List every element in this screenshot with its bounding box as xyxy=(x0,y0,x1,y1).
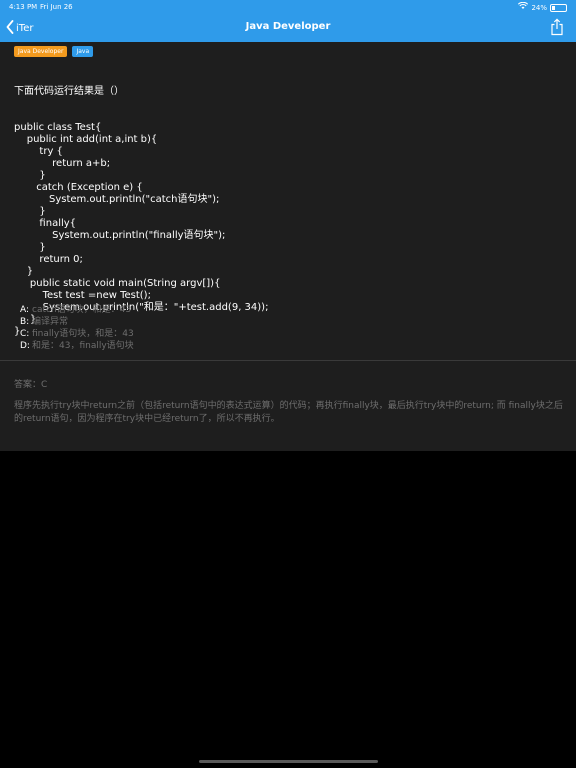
code-line: try { xyxy=(14,146,63,157)
share-icon xyxy=(550,18,564,40)
option-label: A: xyxy=(20,305,30,315)
code-line: return a+b; xyxy=(14,158,111,169)
option-text: finally语句块，和是：43 xyxy=(32,329,134,339)
page-title: Java Developer xyxy=(245,21,331,32)
question-card: Java Developer Java 下面代码运行结果是（） public c… xyxy=(0,42,576,451)
battery-percent: 24% xyxy=(531,3,547,12)
status-bar: 4:13 PM Fri Jun 26 24% xyxy=(0,1,576,13)
code-line: } xyxy=(14,242,46,253)
option-b[interactable]: B: 编译异常 xyxy=(20,316,134,328)
code-line: } xyxy=(14,206,46,217)
code-line: public static void main(String argv[]){ xyxy=(14,278,221,289)
screen: 4:13 PM Fri Jun 26 24% iTer Java Develop… xyxy=(0,0,576,768)
option-list: A: catch语句块，和是：43 B: 编译异常 C: finally语句块，… xyxy=(20,304,134,352)
option-label: C: xyxy=(20,329,30,339)
tag-list: Java Developer Java xyxy=(14,46,94,57)
status-time: 4:13 PM xyxy=(9,3,38,11)
code-line: } xyxy=(14,170,46,181)
divider xyxy=(0,360,576,361)
tag-language[interactable]: Java xyxy=(72,46,94,57)
option-c[interactable]: C: finally语句块，和是：43 xyxy=(20,328,134,340)
status-right: 24% xyxy=(518,1,567,13)
code-line: finally{ xyxy=(14,218,77,229)
home-indicator xyxy=(199,760,378,763)
option-label: B: xyxy=(20,317,30,327)
top-bar: 4:13 PM Fri Jun 26 24% iTer Java Develop… xyxy=(0,0,576,42)
battery-fill xyxy=(552,5,555,10)
code-line: catch (Exception e) { xyxy=(14,182,143,193)
wifi-icon xyxy=(518,1,529,13)
option-text: catch语句块，和是：43 xyxy=(32,305,132,315)
explanation-text: 程序先执行try块中return之前（包括return语句中的表达式运算）的代码… xyxy=(14,401,563,424)
tag-category[interactable]: Java Developer xyxy=(14,46,68,57)
code-line: public int add(int a,int b){ xyxy=(14,134,158,145)
code-line: public class Test{ xyxy=(14,122,102,133)
navigation-bar: iTer Java Developer xyxy=(0,14,576,42)
option-label: D: xyxy=(20,341,30,351)
code-line: System.out.println("catch语句块"); xyxy=(14,194,220,205)
code-line: } xyxy=(14,266,34,277)
option-text: 和是：43，finally语句块 xyxy=(32,341,134,351)
code-line: Test test =new Test(); xyxy=(14,290,151,301)
option-a[interactable]: A: catch语句块，和是：43 xyxy=(20,304,134,316)
option-text: 编译异常 xyxy=(32,317,69,327)
question-prompt: 下面代码运行结果是（） xyxy=(14,86,124,97)
code-line: System.out.println("finally语句块"); xyxy=(14,230,226,241)
battery-icon xyxy=(550,3,567,12)
option-d[interactable]: D: 和是：43，finally语句块 xyxy=(20,340,134,352)
answer-text: 答案：C xyxy=(14,380,48,390)
code-line: return 0; xyxy=(14,254,83,265)
status-date: Fri Jun 26 xyxy=(40,3,73,11)
share-button[interactable] xyxy=(550,18,566,36)
